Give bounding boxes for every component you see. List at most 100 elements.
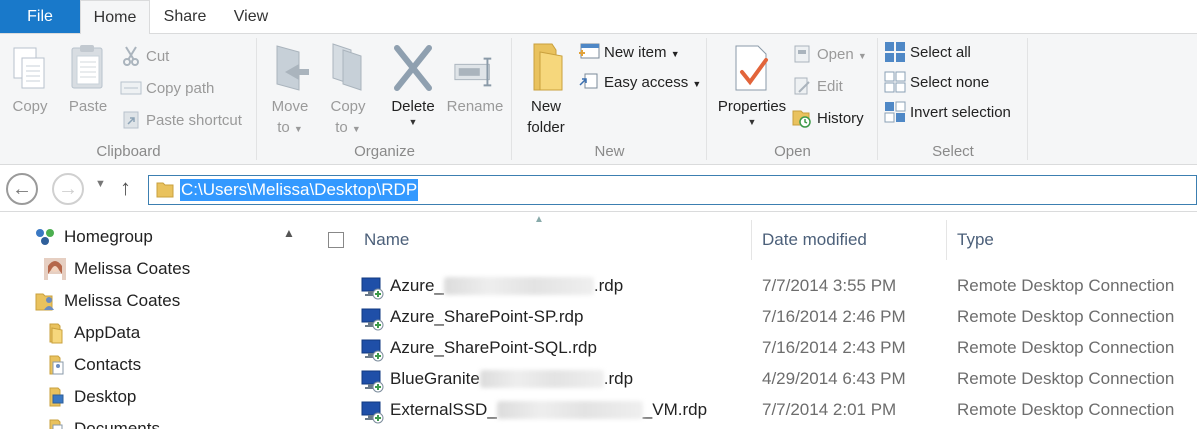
tab-view[interactable]: View: [220, 0, 282, 34]
recent-locations-dropdown-icon[interactable]: ▼: [95, 178, 106, 190]
easy-access-icon: [578, 71, 600, 93]
copy-path-icon: [120, 77, 142, 99]
nav-item-appdata[interactable]: AppData: [44, 318, 140, 348]
nav-item-desktop[interactable]: Desktop: [44, 382, 136, 412]
back-button[interactable]: ←: [6, 173, 38, 205]
select-all-icon: [884, 41, 906, 63]
nav-item-label: Contacts: [74, 355, 142, 374]
rename-button[interactable]: Rename: [443, 40, 507, 117]
file-row[interactable]: ExternalSSD_ _VM.rdp 7/7/2014 2:01 PM Rem…: [308, 396, 1197, 427]
file-name: Azure_SharePoint-SQL.rdp: [390, 338, 597, 357]
nav-item-contacts[interactable]: Contacts: [44, 350, 141, 380]
open-label: Open ▼: [817, 45, 867, 63]
folder-icon: [44, 322, 66, 344]
tab-home[interactable]: Home: [80, 0, 150, 34]
address-path-text[interactable]: C:\Users\Melissa\Desktop\RDP: [180, 179, 419, 201]
select-none-button[interactable]: Select none: [884, 68, 989, 96]
move-to-label-2: to ▼: [277, 119, 303, 136]
column-header-type[interactable]: Type: [957, 212, 994, 268]
properties-icon: [730, 40, 774, 92]
open-button[interactable]: Open ▼: [791, 40, 867, 68]
copy-to-icon: [326, 40, 370, 92]
nav-item-homegroup[interactable]: Homegroup: [34, 222, 153, 252]
paste-button[interactable]: Paste: [64, 40, 112, 117]
copy-icon: [8, 40, 52, 92]
column-header-date-modified[interactable]: Date modified: [762, 212, 867, 268]
delete-dropdown-icon: ▼: [408, 117, 418, 127]
back-arrow-icon: ←: [12, 177, 32, 200]
navigation-pane: Homegroup Melissa Coates Melissa Coates …: [0, 212, 308, 429]
redacted-text: [496, 401, 643, 419]
new-item-label: New item ▼: [604, 43, 680, 61]
history-button[interactable]: History: [791, 104, 864, 132]
file-row[interactable]: Azure_ .rdp 7/7/2014 3:55 PM Remote Deskt…: [308, 272, 1197, 303]
tab-file[interactable]: File: [0, 0, 80, 33]
user-avatar-icon: [44, 258, 66, 280]
new-item-icon: [578, 41, 600, 63]
invert-selection-icon: [884, 101, 906, 123]
organize-group: Move to ▼ Copy to ▼ Delete ▼ Rename Orga…: [257, 34, 512, 164]
nav-item-label: Documents: [74, 419, 160, 429]
select-all-checkbox[interactable]: [328, 232, 344, 248]
copy-to-button[interactable]: Copy to ▼: [323, 40, 373, 138]
column-divider[interactable]: [751, 220, 752, 260]
file-row[interactable]: Azure_SharePoint-SQL.rdp 7/16/2014 2:43 …: [308, 334, 1197, 365]
organize-group-label: Organize: [354, 143, 415, 160]
copy-to-label-1: Copy: [330, 98, 366, 115]
nav-item-user-folder[interactable]: Melissa Coates: [34, 286, 180, 316]
paste-shortcut-button[interactable]: Paste shortcut: [120, 106, 242, 134]
invert-selection-button[interactable]: Invert selection: [884, 98, 1011, 126]
easy-access-button[interactable]: Easy access ▼: [578, 68, 701, 96]
move-to-icon: [268, 40, 312, 92]
nav-item-label: Melissa Coates: [64, 291, 181, 310]
copy-button[interactable]: Copy: [6, 40, 54, 117]
clipboard-group-label: Clipboard: [96, 143, 161, 160]
up-arrow-button[interactable]: ↑: [120, 175, 131, 201]
edit-button[interactable]: Edit: [791, 72, 843, 100]
select-group: Select all Select none Invert selection …: [878, 34, 1028, 164]
nav-item-documents[interactable]: Documents: [44, 414, 160, 429]
user-folder-icon: [34, 290, 56, 312]
clipboard-group: Copy Paste Cut Copy path Paste shortcut …: [0, 34, 257, 164]
nav-item-user-profile[interactable]: Melissa Coates: [44, 254, 190, 284]
tab-share[interactable]: Share: [150, 0, 220, 34]
paste-icon: [66, 40, 110, 92]
column-header-name[interactable]: Name: [364, 212, 409, 268]
redacted-text: [479, 370, 604, 388]
rdp-file-icon: [360, 400, 384, 429]
group-separator: [1027, 38, 1028, 160]
contacts-folder-icon: [44, 354, 66, 376]
new-folder-button[interactable]: New folder: [520, 40, 572, 138]
forward-button[interactable]: →: [52, 173, 84, 205]
rdp-file-icon: [360, 369, 384, 398]
properties-button[interactable]: Properties ▼: [711, 40, 793, 127]
scroll-up-icon[interactable]: ▲: [283, 226, 295, 240]
delete-label: Delete: [391, 98, 435, 115]
forward-arrow-icon: →: [58, 177, 78, 200]
copy-label: Copy: [12, 98, 48, 115]
easy-access-label: Easy access ▼: [604, 73, 702, 91]
delete-button[interactable]: Delete ▼: [387, 40, 439, 127]
new-folder-label-2: folder: [527, 119, 565, 136]
file-row[interactable]: BlueGranite .rdp 4/29/2014 6:43 PM Remote…: [308, 365, 1197, 396]
scissors-icon: [120, 45, 142, 67]
address-bar[interactable]: C:\Users\Melissa\Desktop\RDP: [148, 175, 1197, 205]
rdp-file-icon: [360, 307, 384, 336]
select-all-button[interactable]: Select all: [884, 38, 971, 66]
ribbon-tab-bar: File Home Share View: [0, 0, 1197, 34]
invert-selection-label: Invert selection: [910, 103, 1011, 121]
file-name: ExternalSSD_ _VM.rdp: [390, 400, 708, 419]
delete-x-icon: [391, 40, 435, 92]
column-divider[interactable]: [946, 220, 947, 260]
paste-shortcut-label: Paste shortcut: [146, 111, 242, 129]
sort-indicator-icon: ▲: [534, 214, 544, 225]
new-item-button[interactable]: New item ▼: [578, 38, 680, 66]
history-icon: [791, 107, 813, 129]
move-to-button[interactable]: Move to ▼: [265, 40, 315, 138]
file-type: Remote Desktop Connection: [957, 338, 1175, 357]
copy-path-button[interactable]: Copy path: [120, 74, 214, 102]
new-folder-icon: [524, 40, 568, 92]
nav-item-label: Homegroup: [64, 227, 153, 246]
file-row[interactable]: Azure_SharePoint-SP.rdp 7/16/2014 2:46 P…: [308, 303, 1197, 334]
cut-button[interactable]: Cut: [120, 42, 169, 70]
